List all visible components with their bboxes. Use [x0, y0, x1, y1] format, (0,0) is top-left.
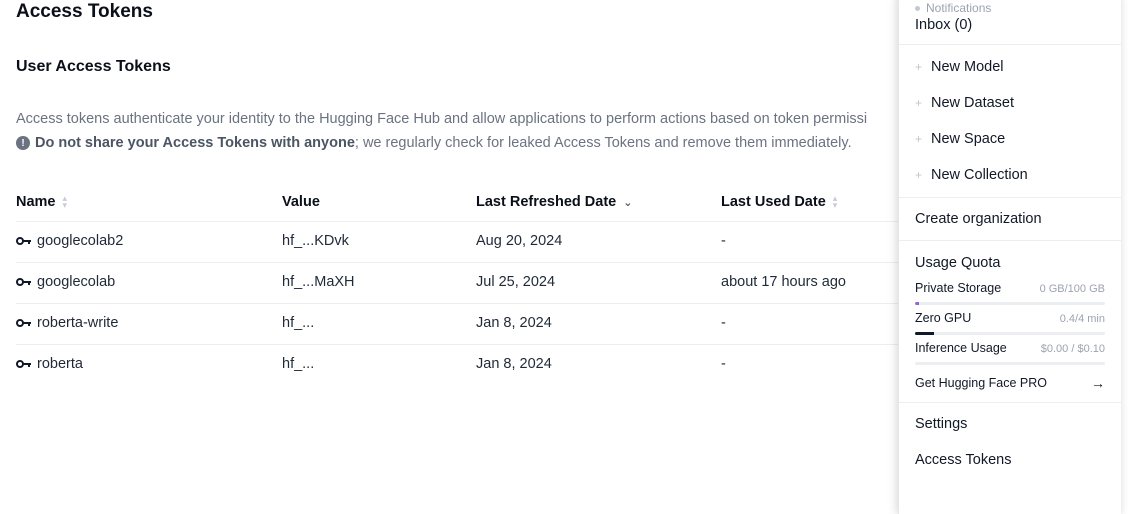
quota-zero-gpu[interactable]: Zero GPU 0.4/4 min	[899, 305, 1121, 335]
quota-bar	[915, 302, 1105, 305]
header-refreshed-label: Last Refreshed Date	[476, 194, 617, 210]
notifications-section: Notifications Inbox (0)	[899, 0, 1121, 45]
new-collection-label: New Collection	[931, 167, 1028, 183]
quota-name: Private Storage	[915, 281, 1002, 295]
token-refreshed-date: Jul 25, 2024	[476, 274, 556, 290]
warning-text: ! Do not share your Access Tokens with a…	[16, 135, 852, 151]
usage-quota-section: Usage Quota Private Storage 0 GB/100 GB …	[899, 241, 1121, 403]
token-last-used: -	[721, 233, 726, 249]
token-last-used: about 17 hours ago	[721, 274, 846, 290]
notifications-label: Notifications	[899, 0, 1121, 15]
plus-icon: +	[915, 60, 923, 74]
key-icon	[16, 237, 31, 245]
warning-bold-text: Do not share your Access Tokens with any…	[35, 135, 355, 151]
token-last-used: -	[721, 315, 726, 331]
sort-icon: ▴ ▾	[62, 193, 68, 210]
table-row[interactable]: googlecolab hf_...MaXH Jul 25, 2024 abou…	[16, 262, 916, 303]
header-name-label: Name	[16, 194, 56, 210]
quota-bar-fill	[915, 302, 919, 305]
quota-bar	[915, 362, 1105, 365]
token-name: googlecolab2	[37, 233, 124, 249]
description-text: Access tokens authenticate your identity…	[16, 111, 868, 127]
quota-name: Inference Usage	[915, 341, 1007, 355]
token-name-cell: roberta	[16, 356, 83, 372]
token-refreshed-date: Aug 20, 2024	[476, 233, 563, 249]
key-icon	[16, 319, 31, 327]
new-model-label: New Model	[931, 59, 1004, 75]
plus-icon: +	[915, 168, 923, 182]
token-name: roberta	[37, 356, 83, 372]
quota-bar-fill	[915, 332, 934, 335]
new-dataset-label: New Dataset	[931, 95, 1015, 111]
warning-rest-text: ; we regularly check for leaked Access T…	[354, 135, 852, 151]
table-header: Name ▴ ▾ Value Last Refreshed Date ⌄ Last…	[16, 183, 916, 221]
section-title: User Access Tokens	[16, 58, 171, 75]
get-pro-link[interactable]: Get Hugging Face PRO →	[899, 365, 1121, 402]
table-row[interactable]: googlecolab2 hf_...KDvk Aug 20, 2024 -	[16, 221, 916, 262]
token-value: hf_...	[282, 356, 315, 372]
access-tokens-link[interactable]: Access Tokens	[899, 442, 1121, 478]
get-pro-label: Get Hugging Face PRO	[915, 376, 1048, 390]
user-dropdown-menu: Notifications Inbox (0) + New Model + Ne…	[898, 0, 1121, 514]
quota-value: $0.00 / $0.10	[1040, 343, 1105, 355]
key-icon	[16, 360, 31, 368]
header-used-label: Last Used Date	[721, 194, 826, 210]
quota-value: 0 GB/100 GB	[1039, 283, 1105, 295]
settings-link[interactable]: Settings	[899, 406, 1121, 442]
header-last-used[interactable]: Last Used Date ▴ ▾	[721, 193, 838, 211]
token-value: hf_...MaXH	[282, 274, 355, 290]
quota-private-storage[interactable]: Private Storage 0 GB/100 GB	[899, 275, 1121, 305]
new-items-section: + New Model + New Dataset + New Space + …	[899, 45, 1121, 198]
account-section: Settings Access Tokens	[899, 403, 1121, 478]
header-value: Value	[282, 194, 320, 210]
token-name: googlecolab	[37, 274, 116, 290]
header-name[interactable]: Name ▴ ▾	[16, 193, 68, 211]
new-collection-link[interactable]: + New Collection	[899, 157, 1121, 193]
inbox-link[interactable]: Inbox (0)	[899, 15, 1121, 44]
token-name: roberta-write	[37, 315, 119, 331]
header-value-label: Value	[282, 194, 320, 210]
new-space-label: New Space	[931, 131, 1006, 147]
quota-value: 0.4/4 min	[1059, 313, 1105, 325]
new-space-link[interactable]: + New Space	[899, 121, 1121, 157]
quota-bar	[915, 332, 1105, 335]
token-name-cell: googlecolab2	[16, 233, 123, 249]
dot-icon	[915, 5, 920, 11]
usage-quota-link[interactable]: Usage Quota	[899, 241, 1121, 275]
plus-icon: +	[915, 132, 923, 146]
new-dataset-link[interactable]: + New Dataset	[899, 85, 1121, 121]
org-section: Create organization	[899, 198, 1121, 241]
notifications-text: Notifications	[926, 1, 992, 15]
key-icon	[16, 278, 31, 286]
quota-name: Zero GPU	[915, 311, 972, 325]
quota-inference-usage[interactable]: Inference Usage $0.00 / $0.10	[899, 335, 1121, 365]
table-row[interactable]: roberta-write hf_... Jan 8, 2024 -	[16, 303, 916, 344]
create-organization-link[interactable]: Create organization	[899, 198, 1121, 240]
table-row[interactable]: roberta hf_... Jan 8, 2024 -	[16, 344, 916, 385]
tokens-table: Name ▴ ▾ Value Last Refreshed Date ⌄ Last…	[16, 183, 916, 385]
plus-icon: +	[915, 96, 923, 110]
token-value: hf_...KDvk	[282, 233, 349, 249]
token-name-cell: roberta-write	[16, 315, 118, 331]
new-model-link[interactable]: + New Model	[899, 49, 1121, 85]
chevron-down-icon: ⌄	[623, 196, 633, 209]
header-last-refreshed[interactable]: Last Refreshed Date ⌄	[476, 194, 632, 210]
sort-icon: ▴ ▾	[832, 193, 838, 210]
token-refreshed-date: Jan 8, 2024	[476, 315, 552, 331]
token-refreshed-date: Jan 8, 2024	[476, 356, 552, 372]
token-last-used: -	[721, 356, 726, 372]
arrow-right-icon: →	[1091, 375, 1105, 391]
token-name-cell: googlecolab	[16, 274, 115, 290]
token-value: hf_...	[282, 315, 315, 331]
info-circle-icon: !	[16, 136, 30, 150]
page-title: Access Tokens	[16, 1, 153, 22]
